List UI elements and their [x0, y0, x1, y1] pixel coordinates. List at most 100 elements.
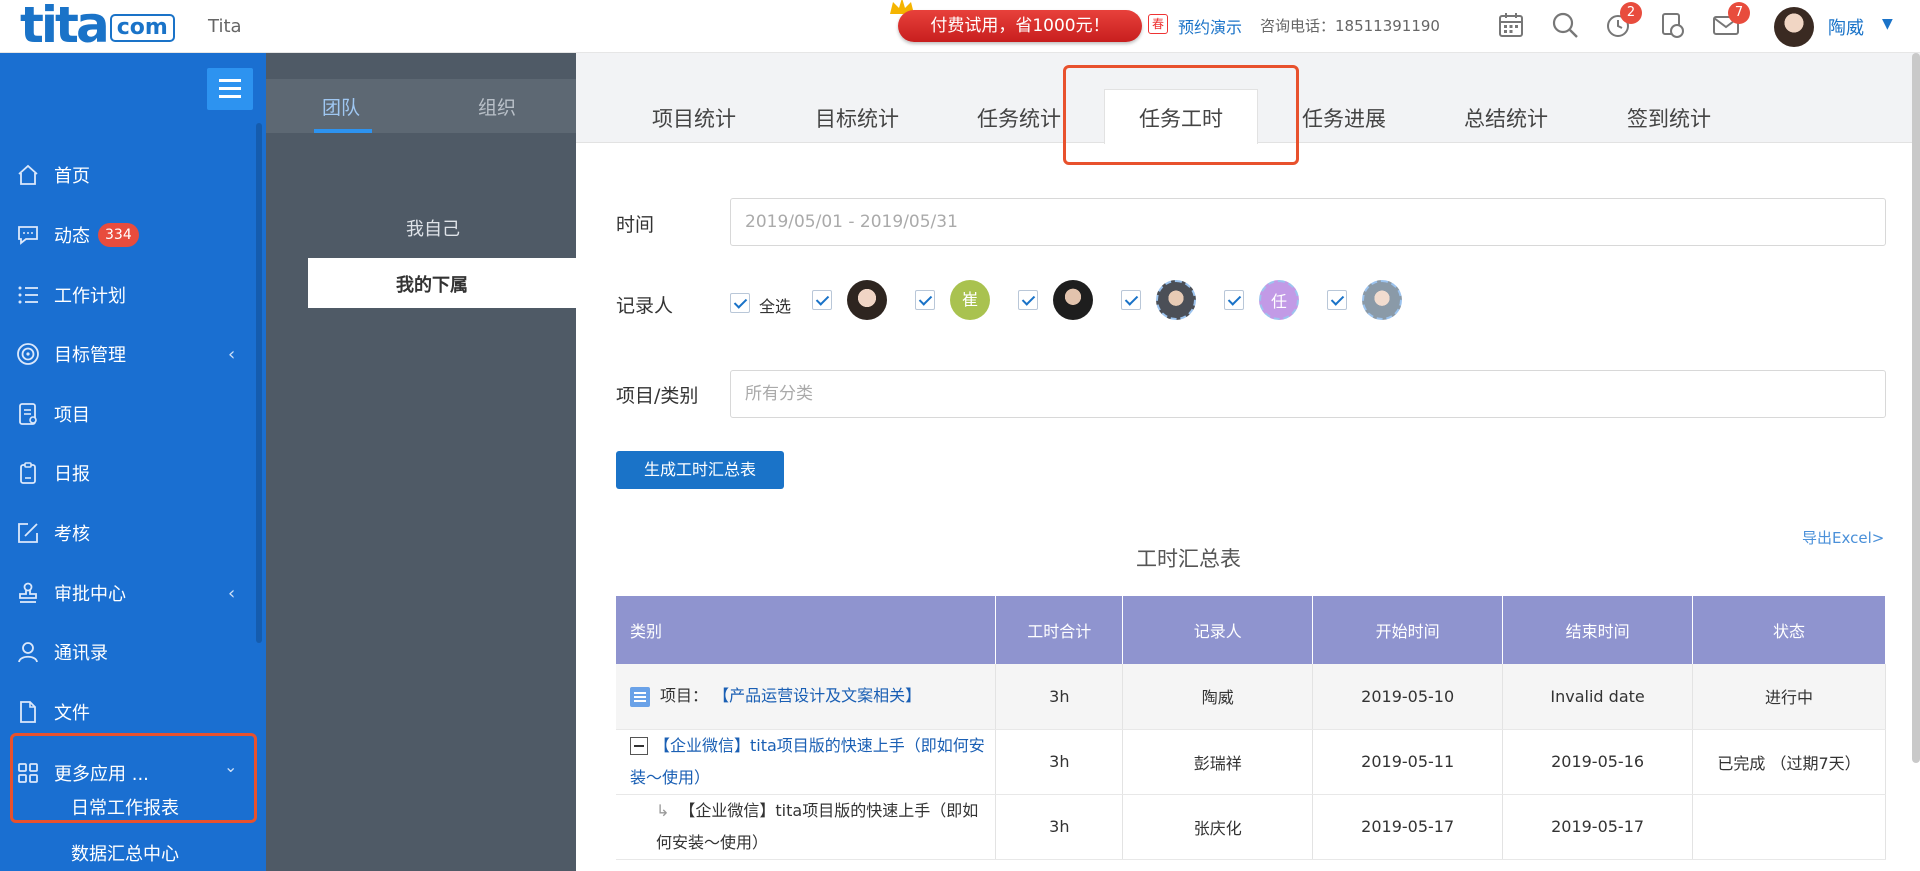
export-excel-link[interactable]: 导出Excel>	[1802, 527, 1884, 548]
sidebar-item-label: 动态	[54, 226, 90, 247]
tab-summary-stats[interactable]: 总结统计	[1464, 103, 1548, 133]
recorder-avatar	[1362, 280, 1402, 320]
logo-text: tita	[20, 0, 110, 54]
collapse-icon[interactable]	[630, 737, 648, 755]
recorder-cell: 陶威	[1122, 664, 1314, 730]
active-tab-indicator	[314, 129, 372, 133]
recorder-checkbox[interactable]	[1327, 290, 1347, 310]
column-header: 工时合计	[995, 596, 1124, 664]
logo-suffix: com	[109, 14, 175, 42]
tita-logo[interactable]: tita com	[20, 0, 175, 54]
user-name[interactable]: 陶威	[1828, 14, 1864, 40]
tab-team[interactable]: 团队	[322, 93, 360, 120]
task-link[interactable]: 【企业微信】tita项目版的快速上手（即如何安装～使用）	[630, 736, 985, 787]
project-icon	[19, 403, 37, 425]
chevron-left-icon: ‹	[228, 343, 236, 365]
approval-icon[interactable]	[1657, 10, 1687, 40]
recorder-avatar	[847, 280, 887, 320]
sidebar-subitem-data-summary[interactable]: 数据汇总中心	[71, 840, 179, 866]
date-range-input[interactable]: 2019/05/01 - 2019/05/31	[730, 198, 1886, 246]
sidebar-item-contacts[interactable]: 通讯录	[0, 632, 266, 672]
hours-cell: 3h	[995, 729, 1124, 795]
paid-trial-promo-button[interactable]: 付费试用，省1000元！	[898, 10, 1142, 42]
sidebar-item-label: 通讯录	[54, 643, 108, 664]
child-arrow-icon: ↳	[656, 800, 670, 820]
sidebar-item-assessment[interactable]: 考核	[0, 513, 266, 553]
list-icon	[18, 286, 38, 304]
sidebar-item-approval-center[interactable]: 审批中心 ‹	[0, 573, 266, 613]
end-date-cell: 2019-05-17	[1502, 794, 1694, 860]
recorder-checkbox[interactable]	[1224, 290, 1244, 310]
start-date-cell: 2019-05-10	[1312, 664, 1504, 730]
start-date-cell: 2019-05-17	[1312, 794, 1504, 860]
end-date-cell: 2019-05-16	[1502, 729, 1694, 795]
sidebar-item-goals[interactable]: 目标管理 ‹	[0, 334, 266, 374]
select-all-label: 全选	[759, 297, 792, 316]
sidebar-item-feed[interactable]: 动态 334	[0, 215, 266, 255]
sidebar-item-label: 工作计划	[54, 286, 126, 307]
user-avatar[interactable]	[1774, 7, 1814, 47]
sidebar-item-label: 日报	[54, 464, 90, 485]
project-link[interactable]: 【产品运营设计及文案相关】	[713, 686, 921, 705]
home-icon	[18, 164, 38, 185]
column-header: 开始时间	[1312, 596, 1504, 664]
recorder-avatar	[1156, 280, 1196, 320]
person-icon	[18, 642, 38, 663]
user-menu-caret-icon[interactable]: ▼	[1882, 16, 1893, 32]
tab-goal-stats[interactable]: 目标统计	[815, 103, 899, 133]
sidebar-item-label: 文件	[54, 703, 90, 724]
menu-toggle-button[interactable]	[207, 68, 253, 110]
sidebar-item-projects[interactable]: 项目	[0, 394, 266, 434]
panel-item-subordinates[interactable]: 我的下属	[308, 258, 576, 308]
recorder-avatar: 崔	[950, 280, 990, 320]
panel-item-label: 我的下属	[396, 275, 468, 296]
sidebar-item-work-plan[interactable]: 工作计划	[0, 275, 266, 315]
spring-icon: 春	[1148, 14, 1168, 34]
sidebar-item-files[interactable]: 文件	[0, 692, 266, 732]
recorder-cell: 彭瑞祥	[1122, 729, 1314, 795]
table-header-row: 类别 工时合计 记录人 开始时间 结束时间 状态	[616, 596, 1886, 664]
clipboard-icon	[20, 462, 36, 484]
tab-checkin-stats[interactable]: 签到统计	[1627, 103, 1711, 133]
tab-organization[interactable]: 组织	[478, 93, 516, 120]
hours-summary-table: 类别 工时合计 记录人 开始时间 结束时间 状态 项目： 【产品运营设计及文案相…	[616, 596, 1886, 860]
status-cell: 已完成 （过期7天）	[1692, 729, 1886, 795]
sidebar-item-label: 首页	[54, 166, 90, 187]
calendar-icon[interactable]	[1496, 10, 1526, 40]
category-cell: ↳ 【企业微信】tita项目版的快速上手（即如何安装～使用）	[616, 794, 997, 860]
select-all-checkbox[interactable]	[730, 293, 750, 313]
recorder-checkbox[interactable]	[1018, 290, 1038, 310]
status-cell	[1692, 794, 1886, 860]
category-select[interactable]: 所有分类	[730, 370, 1886, 418]
project-prefix: 项目：	[660, 686, 709, 706]
mail-badge: 7	[1728, 2, 1750, 24]
search-icon[interactable]	[1550, 10, 1580, 40]
recorder-avatar	[1053, 280, 1093, 320]
sidebar-item-daily-report[interactable]: 日报	[0, 453, 266, 493]
time-label: 时间	[616, 214, 655, 236]
target-icon	[17, 343, 39, 365]
tab-task-stats[interactable]: 任务统计	[977, 103, 1061, 133]
generate-summary-button[interactable]: 生成工时汇总表	[616, 451, 784, 489]
panel-item-myself[interactable]: 我自己	[406, 215, 460, 241]
subtask-text: 【企业微信】tita项目版的快速上手（即如何安装～使用）	[656, 800, 979, 852]
table-title: 工时汇总表	[1136, 547, 1241, 571]
stamp-icon	[19, 582, 37, 603]
book-demo-link[interactable]: 预约演示	[1178, 14, 1242, 38]
list-icon	[630, 686, 650, 707]
tab-project-stats[interactable]: 项目统计	[652, 103, 736, 133]
page-scrollbar[interactable]	[1912, 53, 1920, 763]
main-sidebar: 首页 动态 334 工作计划 目标管理 ‹ 项目 日报 考核 审批中心 ‹ 通讯…	[0, 53, 266, 871]
recorder-checkbox[interactable]	[812, 290, 832, 310]
recorder-checkbox[interactable]	[915, 290, 935, 310]
sidebar-scrollbar[interactable]	[256, 123, 262, 643]
sidebar-subitem-daily-work-report[interactable]: 日常工作报表	[71, 794, 179, 820]
recorder-checkbox[interactable]	[1121, 290, 1141, 310]
feed-count-badge: 334	[98, 223, 139, 247]
sidebar-item-label: 目标管理	[54, 345, 126, 366]
sidebar-item-label: 项目	[54, 405, 90, 426]
edit-icon	[18, 523, 38, 543]
tab-task-progress[interactable]: 任务进展	[1302, 103, 1386, 133]
sidebar-item-home[interactable]: 首页	[0, 155, 266, 195]
table-row: 项目： 【产品运营设计及文案相关】 3h 陶威 2019-05-10 Inval…	[616, 664, 1886, 730]
